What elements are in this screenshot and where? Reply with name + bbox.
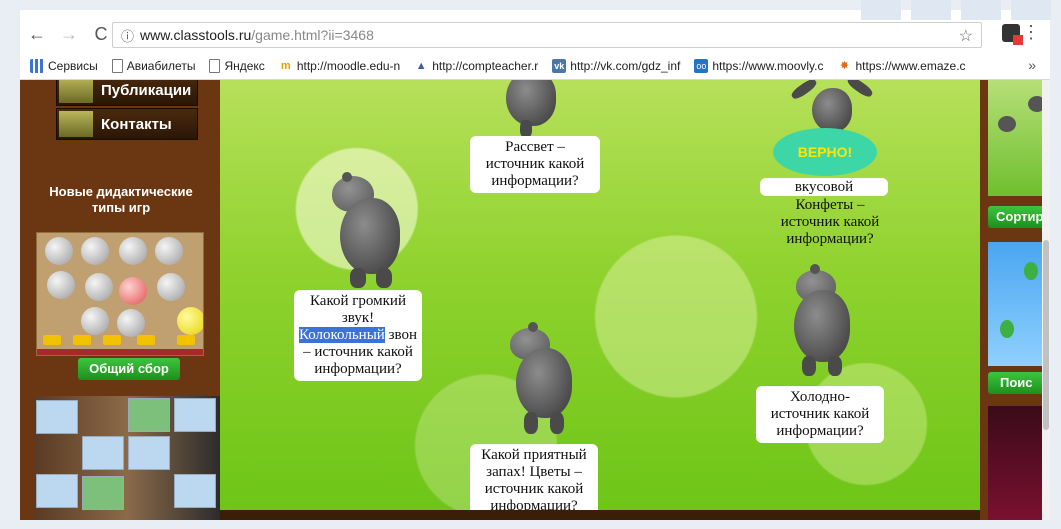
question-card-holodno[interactable]: Холодно- источник какой информации?	[756, 386, 884, 443]
apps-icon	[30, 59, 44, 73]
menu-publications[interactable]: Публикации	[56, 80, 198, 106]
bookmark-vk[interactable]: vk http://vk.com/gdz_inf	[552, 59, 680, 73]
correct-feedback-badge: ВЕРНО!	[773, 128, 877, 176]
bookmark-moovly[interactable]: oo https://www.moovly.c	[694, 59, 823, 73]
game-thumbnail-collect[interactable]	[36, 232, 204, 356]
game-thumbnail-space[interactable]	[988, 406, 1050, 520]
page-viewport: Публикации Контакты Новые дидактические …	[20, 80, 1050, 520]
hippo-figure[interactable]	[508, 320, 578, 434]
promo-title: Новые дидактические типы игр	[49, 184, 193, 215]
question-card-zvon[interactable]: Какой громкий звук! Колокольный звон – и…	[294, 290, 422, 381]
page-scrollbar[interactable]	[1042, 80, 1050, 520]
selected-text: Колокольный	[298, 327, 385, 343]
compteacher-icon: ▲	[415, 60, 427, 72]
bookmark-yandex[interactable]: Яндекс	[209, 59, 265, 73]
hippo-figure[interactable]	[788, 80, 878, 132]
right-sidebar: Сортир Поис	[980, 80, 1050, 520]
corner-decoration	[851, 0, 1061, 24]
game-thumbnail-sort[interactable]	[988, 80, 1050, 196]
search-game-button[interactable]: Поис	[988, 372, 1050, 394]
extension-icon[interactable]	[1002, 24, 1023, 45]
bookmark-star-icon[interactable]: ☆	[959, 26, 973, 46]
question-card-rassvet[interactable]: Рассвет – источник какой информации?	[470, 136, 600, 193]
bookmark-emaze[interactable]: ✸ https://www.emaze.c	[837, 59, 966, 73]
question-card-zapah[interactable]: Какой приятный запах! Цветы – источник к…	[470, 444, 598, 518]
scrollbar-thumb[interactable]	[1043, 240, 1049, 430]
question-card-konfety[interactable]: Конфеты – источник какой информации?	[770, 194, 890, 251]
menu-kebab-icon[interactable]: ⋮	[1022, 22, 1040, 43]
bookmark-services[interactable]: Сервисы	[30, 59, 98, 73]
page-icon	[209, 59, 221, 73]
bookmark-compteacher[interactable]: ▲ http://compteacher.r	[414, 59, 539, 73]
left-sidebar: Публикации Контакты Новые дидактические …	[20, 80, 220, 520]
hippo-figure[interactable]	[328, 172, 408, 288]
sort-game-button[interactable]: Сортир	[988, 206, 1050, 228]
game-status-bar	[220, 510, 980, 520]
url-path: /game.html?ii=3468	[251, 27, 374, 43]
page-icon	[111, 59, 123, 73]
forward-icon[interactable]: →	[60, 24, 78, 45]
bookmark-aviabilety[interactable]: Авиабилеты	[111, 59, 195, 73]
emaze-icon: ✸	[839, 60, 850, 72]
back-icon[interactable]: ←	[28, 24, 46, 45]
moovly-icon: oo	[694, 59, 709, 73]
hippo-figure[interactable]	[500, 80, 560, 140]
reload-icon[interactable]: C	[92, 24, 110, 45]
info-icon[interactable]: ⓘ	[121, 26, 134, 45]
game-thumbnail-memory[interactable]	[34, 396, 220, 520]
menu-contacts[interactable]: Контакты	[56, 108, 198, 140]
nav-controls: ← → C	[28, 24, 110, 45]
menu-square-icon	[59, 80, 93, 103]
game-canvas: Рассвет – источник какой информации? ВЕР…	[220, 80, 980, 518]
bookmark-moodle[interactable]: m http://moodle.edu-n	[279, 59, 400, 73]
menu-square-icon	[59, 111, 93, 137]
collect-game-button[interactable]: Общий сбор	[78, 358, 180, 380]
moodle-icon: m	[280, 60, 291, 72]
url-host: www.classtools.ru	[140, 27, 252, 43]
game-thumbnail-search[interactable]	[988, 242, 1050, 366]
bookmarks-bar: Сервисы Авиабилеты Яндекс m http://moodle…	[20, 54, 1050, 78]
address-bar[interactable]: ⓘ www.classtools.ru/game.html?ii=3468 ☆	[112, 22, 982, 48]
hippo-figure[interactable]	[786, 264, 856, 378]
vk-icon: vk	[552, 59, 567, 73]
more-bookmarks-icon[interactable]: »	[1028, 57, 1036, 73]
